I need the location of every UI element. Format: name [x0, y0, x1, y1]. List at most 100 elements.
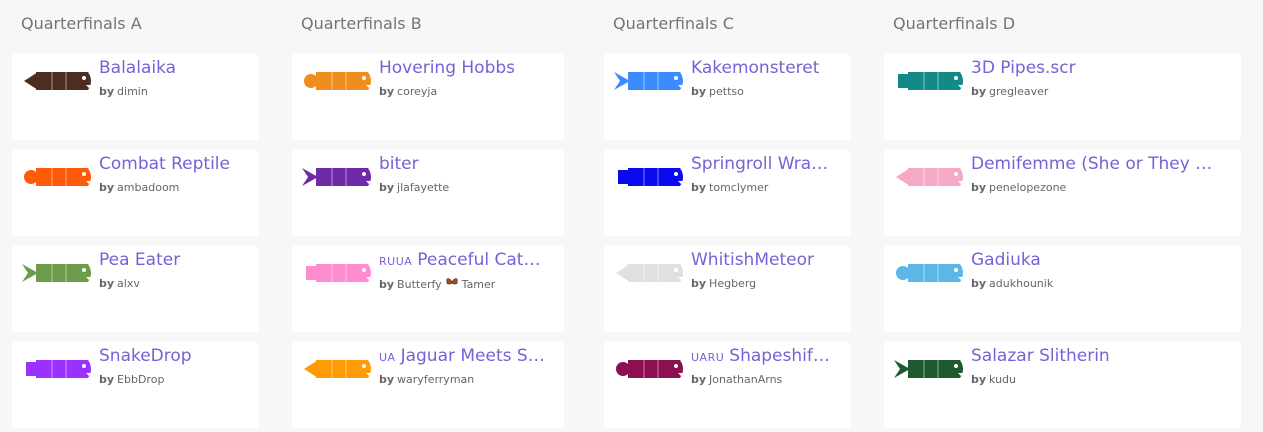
- by-label: by: [379, 373, 395, 386]
- snake-card[interactable]: Springroll Wra… by tomclymer: [604, 150, 851, 236]
- snake-card[interactable]: 3D Pipes.scr by gregleaver: [884, 54, 1241, 140]
- column-title: Quarterfinals A: [21, 14, 142, 33]
- snake-name-link[interactable]: 3D Pipes.scr: [971, 58, 1235, 78]
- author-name[interactable]: JonathanArns: [709, 373, 782, 386]
- snake-name: Balalaika: [99, 58, 177, 78]
- snake-card[interactable]: Balalaika by dimin: [12, 54, 259, 140]
- by-label: by: [971, 85, 987, 98]
- butterfly-icon: [446, 277, 458, 291]
- author-name[interactable]: coreyja: [397, 85, 437, 98]
- snake-kakemonsteret-icon: [614, 66, 686, 96]
- snake-card[interactable]: RUUA Peaceful Cat… by Butterfy Tamer: [292, 246, 564, 332]
- snake-name: SnakeDrop: [99, 346, 192, 366]
- snake-name-link[interactable]: UA Jaguar Meets S…: [379, 346, 558, 366]
- author-name[interactable]: gregleaver: [989, 85, 1048, 98]
- by-label: by: [691, 85, 707, 98]
- snake-name-link[interactable]: Kakemonsteret: [691, 58, 845, 78]
- snake-name-link[interactable]: RUUA Peaceful Cat…: [379, 250, 558, 270]
- snake-name: Peaceful Cat…: [417, 250, 541, 270]
- snake-name-link[interactable]: Salazar Slitherin: [971, 346, 1235, 366]
- snake-name-link[interactable]: Hovering Hobbs: [379, 58, 558, 78]
- snake-card[interactable]: Kakemonsteret by pettso: [604, 54, 851, 140]
- author-name[interactable]: waryferryman: [397, 373, 474, 386]
- snake-peaceful-cat-icon: [302, 258, 374, 288]
- snake-name: Combat Reptile: [99, 154, 230, 174]
- by-label: by: [971, 373, 987, 386]
- snake-demifemme-icon: [894, 162, 966, 192]
- author-name[interactable]: kudu: [989, 373, 1016, 386]
- snake-name-link[interactable]: Demifemme (She or They …: [971, 154, 1235, 174]
- snake-name: Gadiuka: [971, 250, 1041, 270]
- snake-jaguar-icon: [302, 354, 374, 384]
- snake-card[interactable]: Combat Reptile by ambadoom: [12, 150, 259, 236]
- author-line: by kudu: [971, 373, 1016, 386]
- by-label: by: [379, 85, 395, 98]
- author-name[interactable]: ambadoom: [117, 181, 179, 194]
- bracket-column: Quarterfinals D 3D Pipes.scr by gregleaver…: [872, 0, 1247, 432]
- snake-card[interactable]: Pea Eater by alxv: [12, 246, 259, 332]
- author-name[interactable]: tomclymer: [709, 181, 768, 194]
- bracket-column: Quarterfinals C Kakemonsteret by pettso Sp…: [592, 0, 857, 432]
- author-name[interactable]: Butterfy: [397, 278, 442, 291]
- by-label: by: [691, 181, 707, 194]
- column-title: Quarterfinals D: [893, 14, 1016, 33]
- snake-card[interactable]: WhitishMeteor by Hegberg: [604, 246, 851, 332]
- author-name[interactable]: dimin: [117, 85, 148, 98]
- author-line: by JonathanArns: [691, 373, 782, 386]
- snake-name: Shapeshif…: [729, 346, 830, 366]
- snake-card[interactable]: biter by jlafayette: [292, 150, 564, 236]
- snake-tag: UA: [379, 351, 396, 364]
- snake-card[interactable]: Hovering Hobbs by coreyja: [292, 54, 564, 140]
- bracket-column: Quarterfinals A Balalaika by dimin Combat …: [0, 0, 265, 432]
- author-line: by penelopezone: [971, 181, 1066, 194]
- snake-balalaika-icon: [22, 66, 94, 96]
- by-label: by: [99, 373, 115, 386]
- by-label: by: [379, 278, 395, 291]
- snake-name: Jaguar Meets S…: [400, 346, 545, 366]
- snake-name-link[interactable]: biter: [379, 154, 558, 174]
- snake-name-link[interactable]: Pea Eater: [99, 250, 253, 270]
- snake-name: Springroll Wra…: [691, 154, 829, 174]
- snake-name-link[interactable]: UARU Shapeshif…: [691, 346, 845, 366]
- snake-card[interactable]: SnakeDrop by EbbDrop: [12, 342, 259, 428]
- snake-name: WhitishMeteor: [691, 250, 814, 270]
- snake-name: biter: [379, 154, 419, 174]
- author-name[interactable]: adukhounik: [989, 277, 1053, 290]
- by-label: by: [691, 277, 707, 290]
- bracket-column: Quarterfinals B Hovering Hobbs by coreyja …: [280, 0, 570, 432]
- author-name[interactable]: alxv: [117, 277, 140, 290]
- snake-name-link[interactable]: Balalaika: [99, 58, 253, 78]
- snake-salazar-icon: [894, 354, 966, 384]
- author-line: by Butterfy Tamer: [379, 277, 495, 291]
- author-name-suffix: Tamer: [461, 278, 496, 291]
- snake-card[interactable]: UARU Shapeshif… by JonathanArns: [604, 342, 851, 428]
- snake-name-link[interactable]: Springroll Wra…: [691, 154, 845, 174]
- snake-name-link[interactable]: WhitishMeteor: [691, 250, 845, 270]
- by-label: by: [99, 85, 115, 98]
- author-name[interactable]: pettso: [709, 85, 744, 98]
- snake-tag: RUUA: [379, 255, 413, 268]
- snake-biter-icon: [302, 162, 374, 192]
- snake-card[interactable]: UA Jaguar Meets S… by waryferryman: [292, 342, 564, 428]
- snake-name-link[interactable]: Combat Reptile: [99, 154, 253, 174]
- author-line: by dimin: [99, 85, 148, 98]
- author-name[interactable]: Hegberg: [709, 277, 756, 290]
- author-line: by coreyja: [379, 85, 437, 98]
- author-line: by jlafayette: [379, 181, 449, 194]
- author-line: by EbbDrop: [99, 373, 164, 386]
- snake-name: Kakemonsteret: [691, 58, 820, 78]
- snake-3d-pipes-icon: [894, 66, 966, 96]
- snake-name: Pea Eater: [99, 250, 181, 270]
- snake-name-link[interactable]: SnakeDrop: [99, 346, 253, 366]
- column-title: Quarterfinals C: [613, 14, 734, 33]
- author-line: by tomclymer: [691, 181, 768, 194]
- snake-card[interactable]: Gadiuka by adukhounik: [884, 246, 1241, 332]
- snake-card[interactable]: Salazar Slitherin by kudu: [884, 342, 1241, 428]
- author-line: by alxv: [99, 277, 140, 290]
- author-name[interactable]: penelopezone: [989, 181, 1066, 194]
- author-name[interactable]: EbbDrop: [117, 373, 164, 386]
- snake-card[interactable]: Demifemme (She or They … by penelopezone: [884, 150, 1241, 236]
- by-label: by: [99, 277, 115, 290]
- author-name[interactable]: jlafayette: [397, 181, 449, 194]
- snake-name-link[interactable]: Gadiuka: [971, 250, 1235, 270]
